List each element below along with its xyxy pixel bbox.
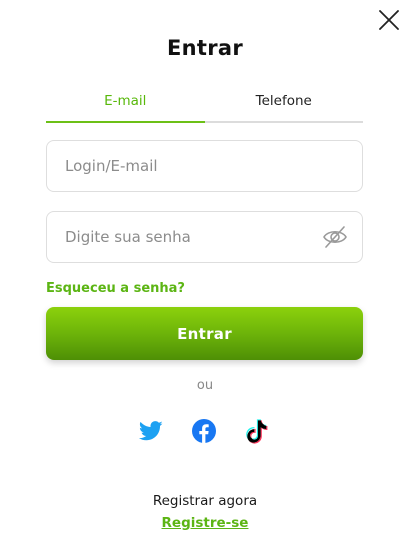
password-field	[46, 211, 363, 263]
divider-text: ou	[196, 378, 214, 393]
submit-button[interactable]: Entrar	[46, 307, 363, 360]
login-input[interactable]	[65, 141, 315, 191]
login-field	[46, 140, 363, 192]
facebook-login-button[interactable]	[190, 417, 218, 445]
eye-off-icon	[323, 226, 347, 248]
password-input[interactable]	[65, 212, 315, 262]
password-visibility-toggle[interactable]	[322, 225, 348, 249]
close-button[interactable]	[377, 8, 401, 32]
facebook-icon	[192, 419, 216, 443]
tab-phone[interactable]: Telefone	[204, 86, 363, 123]
close-icon	[379, 10, 399, 30]
tiktok-icon	[246, 419, 268, 444]
register-prompt: Registrar agora	[152, 493, 258, 509]
social-login-group	[0, 417, 410, 445]
tiktok-login-button[interactable]	[243, 417, 271, 445]
register-link[interactable]: Registre-se	[0, 515, 410, 531]
tab-email[interactable]: E-mail	[46, 86, 205, 123]
forgot-password-link[interactable]: Esqueceu a senha?	[46, 281, 185, 296]
twitter-icon	[139, 421, 163, 441]
dialog-title: Entrar	[166, 36, 244, 60]
login-method-tabs: E-mail Telefone	[46, 86, 363, 123]
twitter-login-button[interactable]	[137, 417, 165, 445]
